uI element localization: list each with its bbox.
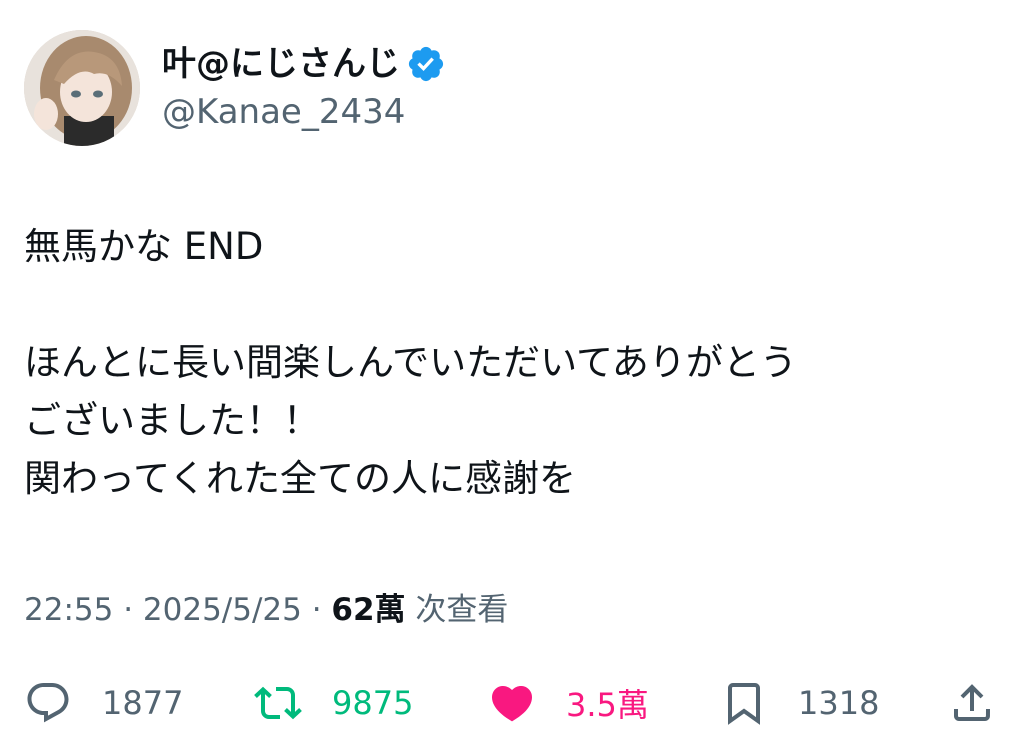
author-display-name[interactable]: 叶@にじさんじ: [162, 42, 400, 86]
tweet-line: 関わってくれた全ての人に感謝を: [24, 457, 577, 500]
avatar-image: [24, 30, 140, 146]
avatar[interactable]: [24, 30, 140, 146]
tweet-meta: 22:55 · 2025/5/25 · 62萬 次查看: [24, 588, 508, 632]
like-button[interactable]: 3.5萬: [488, 678, 649, 728]
views-label: 次查看: [405, 592, 509, 628]
reply-button[interactable]: 1877: [24, 678, 183, 728]
verified-badge-icon: [406, 44, 446, 84]
tweet-date[interactable]: 2025/5/25: [143, 592, 302, 628]
author-display-name-row[interactable]: 叶@にじさんじ: [162, 42, 446, 86]
bookmark-icon: [728, 683, 760, 725]
action-bar: 1877 9875 3.5萬 1318: [0, 678, 1024, 728]
tweet-time[interactable]: 22:55: [24, 592, 113, 628]
retweet-count: 9875: [332, 684, 414, 722]
reply-count: 1877: [102, 684, 184, 722]
meta-separator: ·: [113, 592, 143, 628]
bookmark-button[interactable]: 1318: [720, 678, 879, 728]
heart-icon: [491, 686, 533, 722]
retweet-button[interactable]: 9875: [254, 678, 413, 728]
tweet-line: ほんとに長い間楽しんでいただいてありがとう: [24, 341, 797, 384]
meta-separator: ·: [301, 592, 332, 628]
bookmark-count: 1318: [798, 684, 880, 722]
tweet-line: 無馬かな END: [24, 225, 264, 268]
like-count: 3.5萬: [566, 686, 649, 724]
reply-icon: [27, 683, 69, 723]
share-button[interactable]: [948, 678, 996, 728]
author-handle[interactable]: @Kanae_2434: [162, 90, 405, 134]
tweet-line: ございました！！: [24, 399, 320, 442]
share-icon: [954, 684, 990, 721]
retweet-icon: [254, 686, 302, 720]
views-count: 62萬: [331, 592, 406, 628]
tweet-text: 無馬かな END ほんとに長い間楽しんでいただいてありがとう ございました！！ …: [24, 218, 984, 508]
